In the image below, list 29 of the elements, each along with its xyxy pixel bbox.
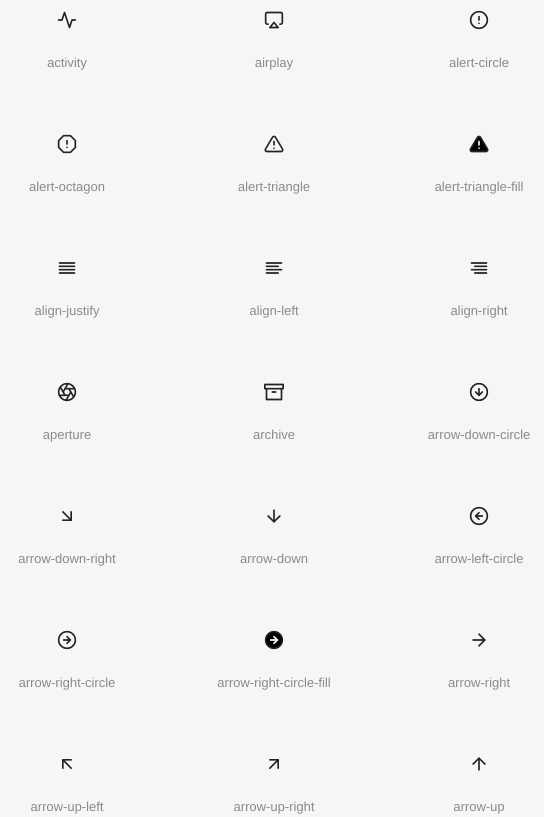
pulse-icon: [57, 10, 77, 30]
icon-label: alert-triangle: [238, 178, 310, 196]
icon-label: arrow-left-circle: [434, 550, 524, 568]
icon-label: alert-triangle-fill: [434, 178, 524, 196]
icon-label: arrow-right-circle: [18, 674, 116, 692]
icon-label: activity: [47, 54, 87, 72]
alert-icon: [469, 10, 489, 30]
icon-label: arrow-down-circle: [428, 426, 530, 444]
icon-label: align-justify: [34, 302, 100, 320]
icon-label: archive: [253, 426, 295, 444]
octagon-alert-icon: [57, 134, 77, 154]
icon-label: alert-octagon: [29, 178, 105, 196]
icon-label: aperture: [42, 426, 92, 444]
icon-label: alert-circle: [449, 54, 509, 72]
icon-label: arrow-down-right: [18, 550, 116, 568]
warning-icon: [264, 134, 284, 154]
icon-label: arrow-up-left: [30, 798, 104, 816]
icon-label: arrow-down: [240, 550, 308, 568]
archive-box-icon: [264, 382, 284, 402]
icon-label: arrow-up-right: [234, 798, 314, 816]
icon-label: arrow-right-circle-fill: [217, 674, 331, 692]
warning-icon: [469, 134, 489, 154]
icon-label: align-right: [450, 302, 508, 320]
aperture-icon: [57, 382, 77, 402]
icon-label: arrow-up: [453, 798, 505, 816]
icon-label: airplay: [254, 54, 294, 72]
icon-label: align-left: [249, 302, 299, 320]
icon-label: arrow-right: [448, 674, 510, 692]
screen-cast-icon: [264, 10, 284, 30]
